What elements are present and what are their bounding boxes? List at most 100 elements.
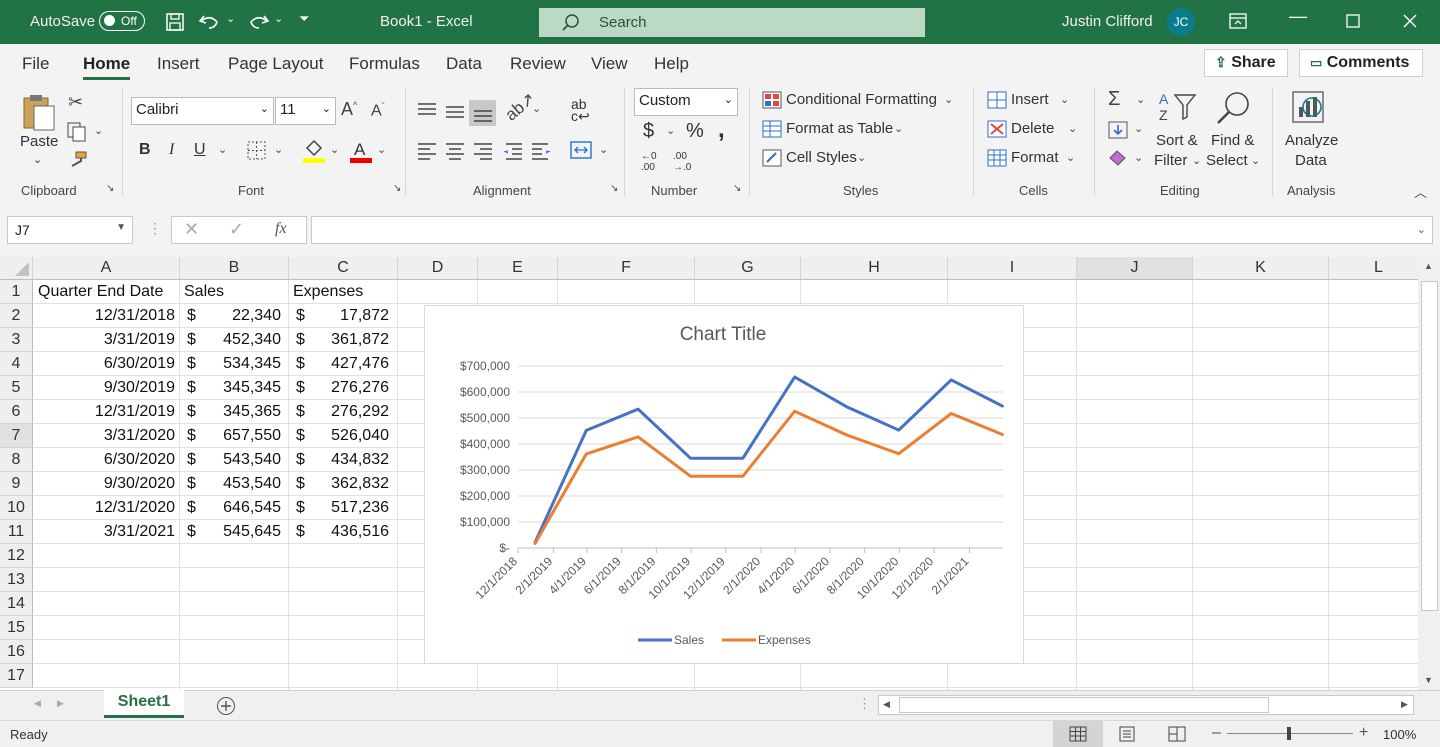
sales-cell[interactable]: 345,365 xyxy=(180,400,281,424)
date-cell[interactable]: 3/31/2021 xyxy=(33,520,175,544)
column-header[interactable]: I xyxy=(948,257,1077,280)
search-box[interactable]: Search xyxy=(539,8,925,37)
zoom-slider-thumb[interactable] xyxy=(1287,727,1291,740)
cell-a1[interactable]: Quarter End Date xyxy=(38,280,163,304)
date-cell[interactable]: 3/31/2020 xyxy=(33,424,175,448)
collapse-ribbon-icon[interactable]: ︿ xyxy=(1414,182,1427,201)
font-color-dropdown-icon[interactable]: ⌄ xyxy=(377,143,386,156)
cell-styles-icon[interactable] xyxy=(762,149,782,167)
bold-button[interactable]: B xyxy=(139,141,151,159)
zoom-in-icon[interactable]: + xyxy=(1359,724,1368,742)
scroll-up-icon[interactable]: ▲ xyxy=(1424,261,1433,271)
date-cell[interactable]: 9/30/2020 xyxy=(33,472,175,496)
conditional-formatting-label[interactable]: Conditional Formatting xyxy=(786,91,937,108)
clear-icon[interactable] xyxy=(1107,148,1129,166)
cell-b1[interactable]: Sales xyxy=(184,280,224,304)
select-all-corner[interactable] xyxy=(0,257,33,280)
expenses-cell[interactable]: 17,872 xyxy=(289,304,389,328)
ribbon-display-icon[interactable] xyxy=(1229,13,1247,29)
zoom-out-icon[interactable]: – xyxy=(1212,724,1221,742)
line-chart[interactable]: Chart Title $- $100,000 $200,000 $300,000 $40… xyxy=(424,305,1024,664)
cancel-icon[interactable]: ✕ xyxy=(184,219,199,240)
decrease-font-size-icon[interactable]: Aˇ xyxy=(371,101,385,120)
expenses-cell[interactable]: 362,832 xyxy=(289,472,389,496)
tab-review[interactable]: Review xyxy=(510,54,566,74)
find-select-label-1[interactable]: Find & xyxy=(1211,132,1254,149)
horizontal-align-icons[interactable] xyxy=(416,141,556,161)
row-header[interactable]: 3 xyxy=(0,328,33,352)
column-header[interactable]: L xyxy=(1329,257,1418,280)
expenses-cell[interactable]: 276,292 xyxy=(289,400,389,424)
row-header[interactable]: 4 xyxy=(0,352,33,376)
row-header[interactable]: 12 xyxy=(0,544,33,568)
vertical-align-icons[interactable] xyxy=(416,100,496,126)
currency-button[interactable]: $ xyxy=(643,120,654,143)
sheet-tab-sheet1[interactable]: Sheet1 xyxy=(104,690,184,718)
scrollbar-thumb[interactable] xyxy=(1421,281,1438,611)
vertical-scrollbar[interactable]: ▲ ▼ xyxy=(1418,257,1440,690)
borders-dropdown-icon[interactable]: ⌄ xyxy=(274,143,283,156)
column-header[interactable]: C xyxy=(289,257,398,280)
conditional-formatting-icon[interactable] xyxy=(762,91,782,109)
prev-sheet-icon[interactable]: ◀ xyxy=(34,698,41,709)
tab-home[interactable]: Home xyxy=(83,54,130,74)
normal-view-button[interactable] xyxy=(1053,721,1103,747)
row-header[interactable]: 7 xyxy=(0,424,33,448)
tab-split-icon[interactable]: ⋮ xyxy=(858,696,871,712)
autosum-dropdown-icon[interactable]: ⌄ xyxy=(1136,93,1145,106)
expenses-cell[interactable]: 517,236 xyxy=(289,496,389,520)
column-header[interactable]: H xyxy=(801,257,948,280)
insert-function-button[interactable]: fx xyxy=(275,220,287,238)
expenses-cell[interactable]: 526,040 xyxy=(289,424,389,448)
sales-cell[interactable]: 657,550 xyxy=(180,424,281,448)
font-launcher-icon[interactable]: ↘ xyxy=(393,183,401,194)
chevron-down-icon[interactable]: ⌄ xyxy=(1066,151,1075,164)
add-sheet-icon[interactable] xyxy=(216,696,236,716)
horizontal-scrollbar[interactable]: ◀ ▶ xyxy=(878,695,1414,715)
column-header[interactable]: F xyxy=(558,257,695,280)
scroll-right-icon[interactable]: ▶ xyxy=(1401,699,1408,710)
chevron-down-icon[interactable]: ⌄ xyxy=(1192,154,1201,167)
clipboard-launcher-icon[interactable]: ↘ xyxy=(106,183,114,194)
column-header[interactable]: D xyxy=(398,257,478,280)
copy-dropdown-icon[interactable]: ⌄ xyxy=(94,124,103,137)
sales-cell[interactable]: 452,340 xyxy=(180,328,281,352)
autosave-toggle[interactable]: Off xyxy=(99,11,145,31)
insert-label[interactable]: Insert xyxy=(1011,91,1049,108)
sales-cell[interactable]: 345,345 xyxy=(180,376,281,400)
date-cell[interactable]: 6/30/2020 xyxy=(33,448,175,472)
sort-filter-label-2[interactable]: Filter xyxy=(1154,152,1187,169)
redo-dropdown-icon[interactable]: ⌄ xyxy=(274,12,283,25)
tab-help[interactable]: Help xyxy=(654,54,689,74)
page-break-view-icon[interactable] xyxy=(1168,726,1186,742)
sort-filter-label-1[interactable]: Sort & xyxy=(1156,132,1198,149)
tab-view[interactable]: View xyxy=(591,54,628,74)
chevron-down-icon[interactable]: ⌄ xyxy=(1251,154,1260,167)
name-box[interactable]: J7 ▼ xyxy=(7,216,133,244)
chevron-down-icon[interactable]: ⌄ xyxy=(1068,122,1077,135)
format-cells-icon[interactable] xyxy=(987,149,1007,167)
cell-c1[interactable]: Expenses xyxy=(293,280,363,304)
undo-icon[interactable] xyxy=(198,12,222,32)
row-header[interactable]: 10 xyxy=(0,496,33,520)
redo-icon[interactable] xyxy=(246,12,270,32)
analyze-data-icon[interactable] xyxy=(1290,89,1330,127)
font-name-select[interactable]: Calibri ⌄ xyxy=(131,97,274,125)
fill-color-icon[interactable] xyxy=(302,138,326,164)
close-icon[interactable] xyxy=(1403,14,1417,28)
font-size-select[interactable]: 11 ⌄ xyxy=(275,97,336,125)
date-cell[interactable]: 12/31/2019 xyxy=(33,400,175,424)
fill-color-dropdown-icon[interactable]: ⌄ xyxy=(330,143,339,156)
avatar[interactable]: JC xyxy=(1167,8,1195,36)
alignment-launcher-icon[interactable]: ↘ xyxy=(610,183,618,194)
row-header[interactable]: 14 xyxy=(0,592,33,616)
analyze-data-label-1[interactable]: Analyze xyxy=(1285,132,1338,149)
formula-input[interactable]: ⌄ xyxy=(311,216,1433,244)
increase-font-size-icon[interactable]: A^ xyxy=(341,99,357,120)
tab-file[interactable]: File xyxy=(22,54,49,74)
row-header[interactable]: 16 xyxy=(0,640,33,664)
row-header[interactable]: 17 xyxy=(0,664,33,688)
date-cell[interactable]: 12/31/2018 xyxy=(33,304,175,328)
fill-dropdown-icon[interactable]: ⌄ xyxy=(1134,122,1143,135)
underline-button[interactable]: U xyxy=(194,141,206,159)
